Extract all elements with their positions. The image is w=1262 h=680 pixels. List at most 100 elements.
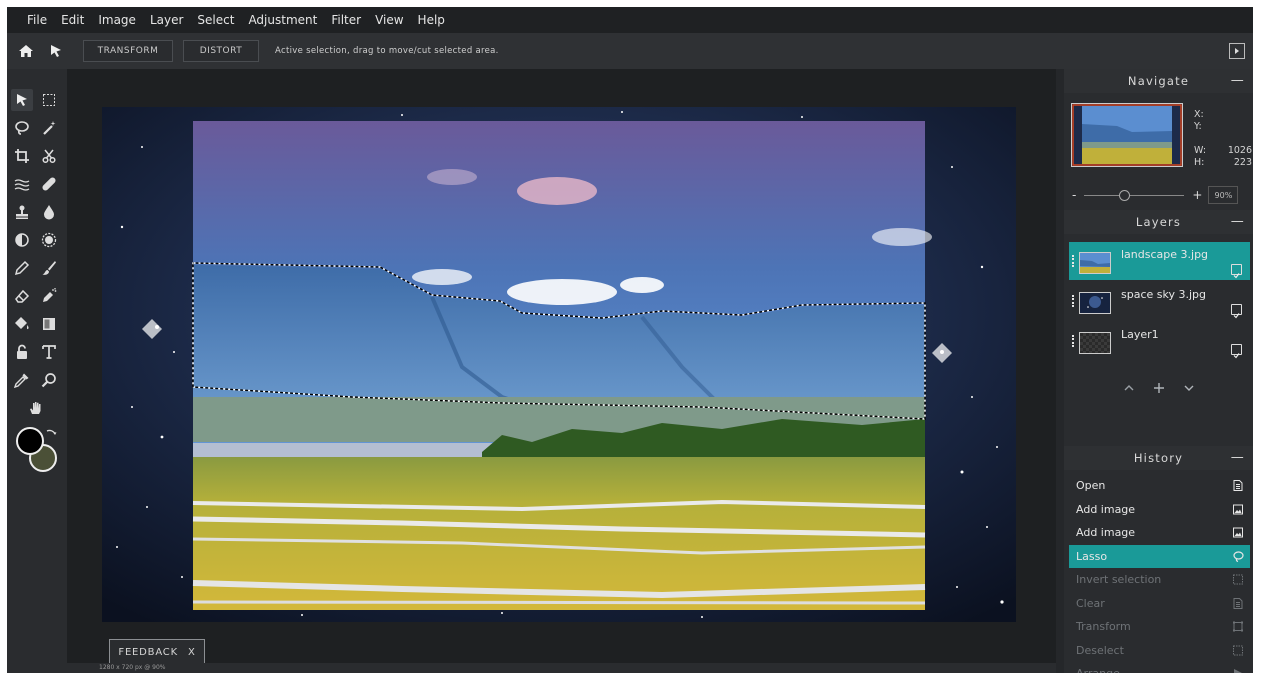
magic-wand-icon[interactable] <box>38 117 60 139</box>
zoom-control: - + 90% <box>1072 186 1248 204</box>
history-panel-header[interactable]: History — <box>1064 446 1253 470</box>
bucket-icon[interactable] <box>11 313 33 335</box>
swap-colors-icon[interactable] <box>45 425 57 437</box>
feedback-tab[interactable]: FEEDBACK X <box>109 639 205 664</box>
drag-handle-icon[interactable] <box>1072 255 1076 267</box>
navigator-thumbnail[interactable] <box>1071 103 1183 167</box>
zoom-icon[interactable] <box>38 369 60 391</box>
spray-icon[interactable] <box>38 285 60 307</box>
layers-title: Layers <box>1135 215 1182 229</box>
options-toolbar: TRANSFORM DISTORT Active selection, drag… <box>7 33 1253 69</box>
zoom-in-button[interactable]: + <box>1192 188 1202 202</box>
zoom-slider-knob[interactable] <box>1119 189 1131 201</box>
crop-icon[interactable] <box>11 145 33 167</box>
zoom-value-input[interactable]: 90% <box>1208 186 1239 204</box>
app-window: File Edit Image Layer Select Adjustment … <box>7 7 1253 673</box>
canvas-workspace[interactable]: FEEDBACK X 1280 x 720 px @ 90% <box>67 69 1064 673</box>
menu-file[interactable]: File <box>7 7 54 33</box>
stamp-icon[interactable] <box>11 201 33 223</box>
layer-visibility-checkbox[interactable] <box>1231 344 1242 359</box>
drop-icon[interactable] <box>38 201 60 223</box>
zoom-slider[interactable] <box>1084 189 1185 201</box>
layer-visibility-checkbox[interactable] <box>1231 304 1242 319</box>
menu-adjustment[interactable]: Adjustment <box>241 7 324 33</box>
dodge-icon[interactable] <box>11 229 33 251</box>
marquee-icon[interactable] <box>38 89 60 111</box>
tool-palette <box>7 69 67 673</box>
history-item[interactable]: Transform <box>1069 615 1250 638</box>
pointer-icon[interactable] <box>43 38 69 64</box>
layer-item-space-sky[interactable]: space sky 3.jpg <box>1069 282 1250 320</box>
layer-name: space sky 3.jpg <box>1121 288 1206 301</box>
layer-thumbnail <box>1079 252 1111 274</box>
minimize-icon[interactable]: — <box>1231 73 1245 88</box>
pen-icon[interactable] <box>11 257 33 279</box>
layers-panel-header[interactable]: Layers — <box>1064 210 1253 234</box>
eraser-icon[interactable] <box>11 285 33 307</box>
menu-help[interactable]: Help <box>411 7 452 33</box>
distort-button[interactable]: DISTORT <box>183 40 259 62</box>
minimize-icon[interactable]: — <box>1231 450 1245 465</box>
drag-handle-icon[interactable] <box>1072 335 1076 347</box>
menu-view[interactable]: View <box>368 7 410 33</box>
menu-filter[interactable]: Filter <box>324 7 368 33</box>
gradient-icon[interactable] <box>38 313 60 335</box>
menu-layer[interactable]: Layer <box>143 7 190 33</box>
drag-handle-icon[interactable] <box>1072 295 1076 307</box>
document-canvas[interactable] <box>102 107 1016 622</box>
history-item-label: Add image <box>1076 526 1136 539</box>
history-item-label: Open <box>1076 479 1106 492</box>
canvas-image[interactable] <box>102 107 1016 622</box>
text-icon[interactable] <box>38 341 60 363</box>
brush-icon[interactable] <box>38 257 60 279</box>
minimize-icon[interactable]: — <box>1231 214 1245 229</box>
panel-toggle-icon[interactable] <box>1229 43 1245 59</box>
menu-bar: File Edit Image Layer Select Adjustment … <box>7 7 1253 33</box>
menu-edit[interactable]: Edit <box>54 7 91 33</box>
canvas-size-status: 1280 x 720 px @ 90% <box>99 664 166 671</box>
history-item-label: Lasso <box>1076 549 1108 563</box>
move-layer-down-icon[interactable] <box>1183 379 1195 398</box>
document-icon <box>1233 480 1243 491</box>
navigate-panel-header[interactable]: Navigate — <box>1064 69 1253 93</box>
history-item[interactable]: Open <box>1069 474 1250 497</box>
burn-icon[interactable] <box>38 229 60 251</box>
layer-item-landscape[interactable]: landscape 3.jpg <box>1069 242 1250 280</box>
scissors-icon[interactable] <box>38 145 60 167</box>
layer-name: landscape 3.jpg <box>1121 248 1209 261</box>
feedback-close-icon[interactable]: X <box>188 647 196 658</box>
transform-icon <box>1233 621 1243 632</box>
history-item-label: Clear <box>1076 596 1105 610</box>
history-title: History <box>1133 451 1184 465</box>
lasso-icon <box>1233 550 1244 562</box>
history-item[interactable]: Deselect <box>1069 639 1250 662</box>
hand-icon[interactable] <box>25 397 47 419</box>
transform-button[interactable]: TRANSFORM <box>83 40 173 62</box>
menu-select[interactable]: Select <box>190 7 241 33</box>
feedback-label[interactable]: FEEDBACK <box>118 647 178 658</box>
layer-thumbnail <box>1079 292 1111 314</box>
pointer-icon[interactable] <box>11 89 33 111</box>
history-item[interactable]: Add image <box>1069 521 1250 544</box>
zoom-out-button[interactable]: - <box>1072 188 1076 202</box>
smudge-icon[interactable] <box>11 173 33 195</box>
home-icon[interactable] <box>13 38 39 64</box>
pointer-icon <box>1233 668 1243 673</box>
move-layer-up-icon[interactable] <box>1123 379 1135 398</box>
lock-icon[interactable] <box>11 341 33 363</box>
history-item[interactable]: Add image <box>1069 498 1250 521</box>
lasso-icon[interactable] <box>11 117 33 139</box>
history-item[interactable]: Clear <box>1069 592 1250 615</box>
history-item[interactable]: Lasso <box>1069 544 1250 568</box>
menu-image[interactable]: Image <box>91 7 143 33</box>
layer-visibility-checkbox[interactable] <box>1231 264 1242 279</box>
history-item[interactable]: Invert selection <box>1069 568 1250 591</box>
layer-item-layer1[interactable]: Layer1 <box>1069 322 1250 360</box>
eyedropper-icon[interactable] <box>11 369 33 391</box>
add-layer-icon[interactable] <box>1153 379 1165 398</box>
bandage-icon[interactable] <box>38 173 60 195</box>
x-label: X: <box>1194 109 1204 120</box>
foreground-color-swatch[interactable] <box>16 427 44 455</box>
image-icon <box>1233 504 1243 515</box>
history-item[interactable]: Arrange <box>1069 662 1250 673</box>
